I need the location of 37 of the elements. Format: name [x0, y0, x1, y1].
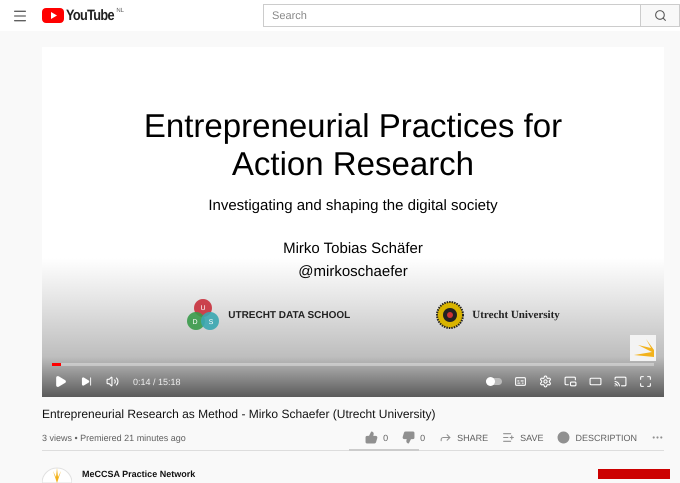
thumbs-up-icon — [365, 431, 378, 444]
video-meta: 3 views • Premiered 21 minutes ago — [42, 432, 186, 442]
logo-label: UTRECHT DATA SCHOOL — [228, 310, 350, 320]
next-icon[interactable] — [81, 376, 92, 387]
slide-title: Entrepreneurial Practices for Action Research — [144, 107, 562, 183]
like-button[interactable]: 0 — [365, 431, 388, 444]
playlist-add-icon — [502, 431, 516, 444]
theater-icon[interactable] — [589, 375, 602, 388]
sunburst-icon — [630, 335, 656, 361]
fullscreen-icon[interactable] — [639, 375, 652, 388]
play-logo-icon — [42, 8, 64, 22]
share-button[interactable]: SHARE — [439, 431, 488, 444]
time-display: 0:14 / 15:18 — [133, 376, 181, 386]
slide-subtitle: Investigating and shaping the digital society — [208, 197, 498, 214]
cast-icon[interactable] — [614, 375, 627, 388]
autoplay-toggle[interactable] — [486, 378, 502, 385]
logo-label: Utrecht University — [472, 309, 560, 321]
slide-author: Mirko Tobias Schäfer — [283, 240, 423, 257]
thumbs-down-icon — [402, 431, 416, 444]
seal-icon — [436, 301, 464, 329]
dislike-button[interactable]: 0 — [402, 431, 426, 444]
logo-text: YouTube — [66, 8, 114, 24]
channel-name[interactable]: MeCCSA Practice Network — [82, 469, 196, 479]
play-icon[interactable] — [54, 375, 67, 388]
share-arrow-icon — [439, 431, 452, 444]
search-icon — [654, 9, 666, 22]
volume-icon[interactable] — [106, 375, 119, 388]
video-title: Entrepreneurial Research as Method - Mirko Schaefer (Utrecht University) — [42, 407, 436, 421]
slide-handle: @mirkoschaefer — [298, 263, 408, 280]
captions-icon[interactable] — [514, 375, 527, 388]
settings-icon[interactable] — [539, 375, 552, 388]
search-field[interactable]: Search — [263, 4, 640, 27]
description-button[interactable]: DESCRIPTION — [557, 431, 637, 444]
miniplayer-icon[interactable] — [564, 375, 577, 388]
search-button[interactable] — [640, 4, 680, 27]
save-button[interactable]: SAVE — [502, 431, 544, 444]
menu-icon[interactable] — [12, 8, 28, 24]
